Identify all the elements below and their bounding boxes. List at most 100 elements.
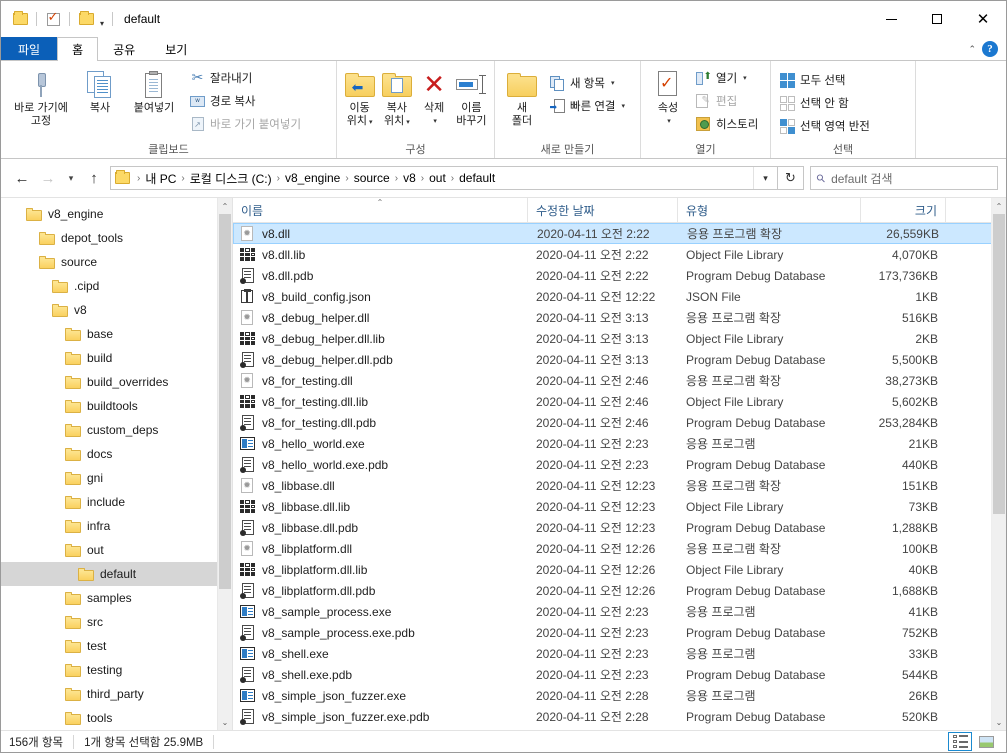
file-row[interactable]: ✹ v8_debug_helper.dll 2020-04-11 오전 3:13 응용… [233,307,1006,328]
close-button[interactable]: ✕ [960,1,1006,37]
file-row[interactable]: v8_hello_world.exe 2020-04-11 오전 2:23 응용 프… [233,433,1006,454]
cut-button[interactable]: ✂ 잘라내기 [185,67,305,89]
scroll-down-icon[interactable]: ⌄ [218,714,232,730]
column-header-date[interactable]: 수정한 날짜 [528,198,678,222]
select-all-button[interactable]: 모두 선택 [775,69,874,91]
tree-item-build[interactable]: build [1,346,232,370]
address-bar[interactable]: › 내 PC › 로컬 디스크 (C:) › v8_engine › sourc… [110,166,778,190]
move-to-button[interactable]: ⬅ 이동 위치 ▾ [341,64,378,129]
file-row[interactable]: v8_libbase.dll.lib 2020-04-11 오전 12:23 Obj… [233,496,1006,517]
copy-path-button[interactable]: w 경로 복사 [185,90,305,112]
column-header-type[interactable]: 유형 [678,198,861,222]
tree-item-buildtools[interactable]: buildtools [1,394,232,418]
up-button[interactable]: ↑ [81,165,107,191]
tree-item-samples[interactable]: samples [1,586,232,610]
file-row[interactable]: ✹ v8.dll 2020-04-11 오전 2:22 응용 프로그램 확장 26,55… [233,223,1006,244]
select-none-button[interactable]: 선택 안 함 [775,92,874,114]
recent-locations-button[interactable]: ▾ [61,165,81,191]
refresh-button[interactable]: ↻ [778,166,804,190]
file-row[interactable]: v8_simple_json_fuzzer.exe 2020-04-11 오전 2… [233,685,1006,706]
tree-item-source[interactable]: source [1,250,232,274]
chevron-down-icon[interactable]: ▾ [743,74,747,82]
tree-item-v8[interactable]: v8 [1,298,232,322]
file-row[interactable]: v8_shell.exe.pdb 2020-04-11 오전 2:23 Progra… [233,664,1006,685]
breadcrumb-v8-engine[interactable]: v8_engine [282,171,343,185]
tree-item-infra[interactable]: infra [1,514,232,538]
invert-selection-button[interactable]: 선택 영역 반전 [775,115,874,137]
back-button[interactable]: ← [9,165,35,191]
minimize-button[interactable] [868,1,914,37]
file-row[interactable]: ✹ v8_libplatform.dll 2020-04-11 오전 12:26 응용… [233,538,1006,559]
new-folder-icon[interactable] [75,8,97,30]
large-icons-view-button[interactable] [974,732,998,751]
tree-item-docs[interactable]: docs [1,442,232,466]
tab-file[interactable]: 파일 [1,37,58,61]
chevron-down-icon[interactable]: ▾ [622,102,626,110]
scrollbar-thumb[interactable] [219,214,231,589]
chevron-down-icon[interactable]: ▾ [433,115,437,128]
tree-item-custom_deps[interactable]: custom_deps [1,418,232,442]
maximize-button[interactable] [914,1,960,37]
file-row[interactable]: v8_libplatform.dll.lib 2020-04-11 오전 12:2… [233,559,1006,580]
tree-item-test[interactable]: test [1,634,232,658]
breadcrumb-local-disk[interactable]: 로컬 디스크 (C:) [187,170,275,187]
chevron-down-icon[interactable]: ▾ [611,79,615,87]
tree-item-build_overrides[interactable]: build_overrides [1,370,232,394]
tree-item-v8_engine[interactable]: v8_engine [1,202,232,226]
help-button[interactable]: ? [982,41,998,57]
file-list-scrollbar[interactable]: ⌃ ⌄ [991,198,1006,730]
file-row[interactable]: v8_hello_world.exe.pdb 2020-04-11 오전 2:23… [233,454,1006,475]
file-row[interactable]: v8_libplatform.dll.pdb 2020-04-11 오전 12:2… [233,580,1006,601]
tree-item-.cipd[interactable]: .cipd [1,274,232,298]
scroll-down-icon[interactable]: ⌄ [992,714,1006,730]
column-header-size[interactable]: 크기 [861,198,946,222]
new-item-button[interactable]: 새 항목 ▾ [545,72,629,94]
forward-button[interactable]: → [35,165,61,191]
copy-to-button[interactable]: 복사 위치 ▾ [378,64,415,129]
tab-share[interactable]: 공유 [98,37,150,61]
file-row[interactable]: v8_for_testing.dll.pdb 2020-04-11 오전 2:46… [233,412,1006,433]
tree-item-src[interactable]: src [1,610,232,634]
breadcrumb-source[interactable]: source [351,171,393,185]
file-row[interactable]: v8.dll.lib 2020-04-11 오전 2:22 Object File … [233,244,1006,265]
file-row[interactable]: v8_for_testing.dll.lib 2020-04-11 오전 2:46… [233,391,1006,412]
chevron-down-icon[interactable]: ▾ [753,167,777,189]
file-row[interactable]: ✹ v8_libbase.dll 2020-04-11 오전 12:23 응용 프로그… [233,475,1006,496]
file-row[interactable]: v8_debug_helper.dll.pdb 2020-04-11 오전 3:1… [233,349,1006,370]
tree-item-include[interactable]: include [1,490,232,514]
details-view-button[interactable] [948,732,972,751]
pin-to-quick-access-button[interactable]: 바로 가기에 고정 [5,64,77,128]
breadcrumb-v8[interactable]: v8 [400,171,419,185]
paste-shortcut-button[interactable]: ↗ 바로 가기 붙여넣기 [185,113,305,135]
copy-button[interactable]: 복사 [77,64,123,115]
file-row[interactable]: v8_shell.exe 2020-04-11 오전 2:23 응용 프로그램 33K… [233,643,1006,664]
properties-button[interactable]: ✓ 속성 ▾ [645,64,691,128]
properties-checkmark-icon[interactable] [42,8,64,30]
file-row[interactable]: v8_libbase.dll.pdb 2020-04-11 오전 12:23 Pro… [233,517,1006,538]
tab-view[interactable]: 보기 [150,37,202,61]
tree-item-default[interactable]: default [1,562,232,586]
scrollbar-thumb[interactable] [993,214,1005,514]
tree-item-depot_tools[interactable]: depot_tools [1,226,232,250]
tree-item-tools[interactable]: tools [1,706,232,730]
chevron-down-icon[interactable]: ▾ [667,115,671,128]
search-box[interactable]: ⚲ default 검색 [810,166,998,190]
paste-button[interactable]: 붙여넣기 [123,64,185,115]
file-row[interactable]: v8_debug_helper.dll.lib 2020-04-11 오전 3:1… [233,328,1006,349]
chevron-up-icon[interactable]: ⌃ [968,44,976,55]
column-header-name[interactable]: 이름 ⌃ [233,198,528,222]
tree-item-base[interactable]: base [1,322,232,346]
file-row[interactable]: v8.dll.pdb 2020-04-11 오전 2:22 Program Debu… [233,265,1006,286]
file-row[interactable]: ✹ v8_for_testing.dll 2020-04-11 오전 2:46 응용 … [233,370,1006,391]
rename-button[interactable]: 이름 바꾸기 [453,64,490,128]
breadcrumb-my-pc[interactable]: 내 PC [142,170,179,187]
tree-item-out[interactable]: out [1,538,232,562]
breadcrumb-out[interactable]: out [426,171,449,185]
tab-home[interactable]: 홈 [57,37,99,62]
file-row[interactable]: v8_simple_json_fuzzer.exe.pdb 2020-04-11 … [233,706,1006,727]
tree-item-testing[interactable]: testing [1,658,232,682]
new-folder-button[interactable]: 새 폴더 [499,64,545,128]
file-row[interactable]: v8_sample_process.exe.pdb 2020-04-11 오전 2… [233,622,1006,643]
breadcrumb-default[interactable]: default [456,171,498,185]
file-row[interactable]: v8_build_config.json 2020-04-11 오전 12:22 J… [233,286,1006,307]
